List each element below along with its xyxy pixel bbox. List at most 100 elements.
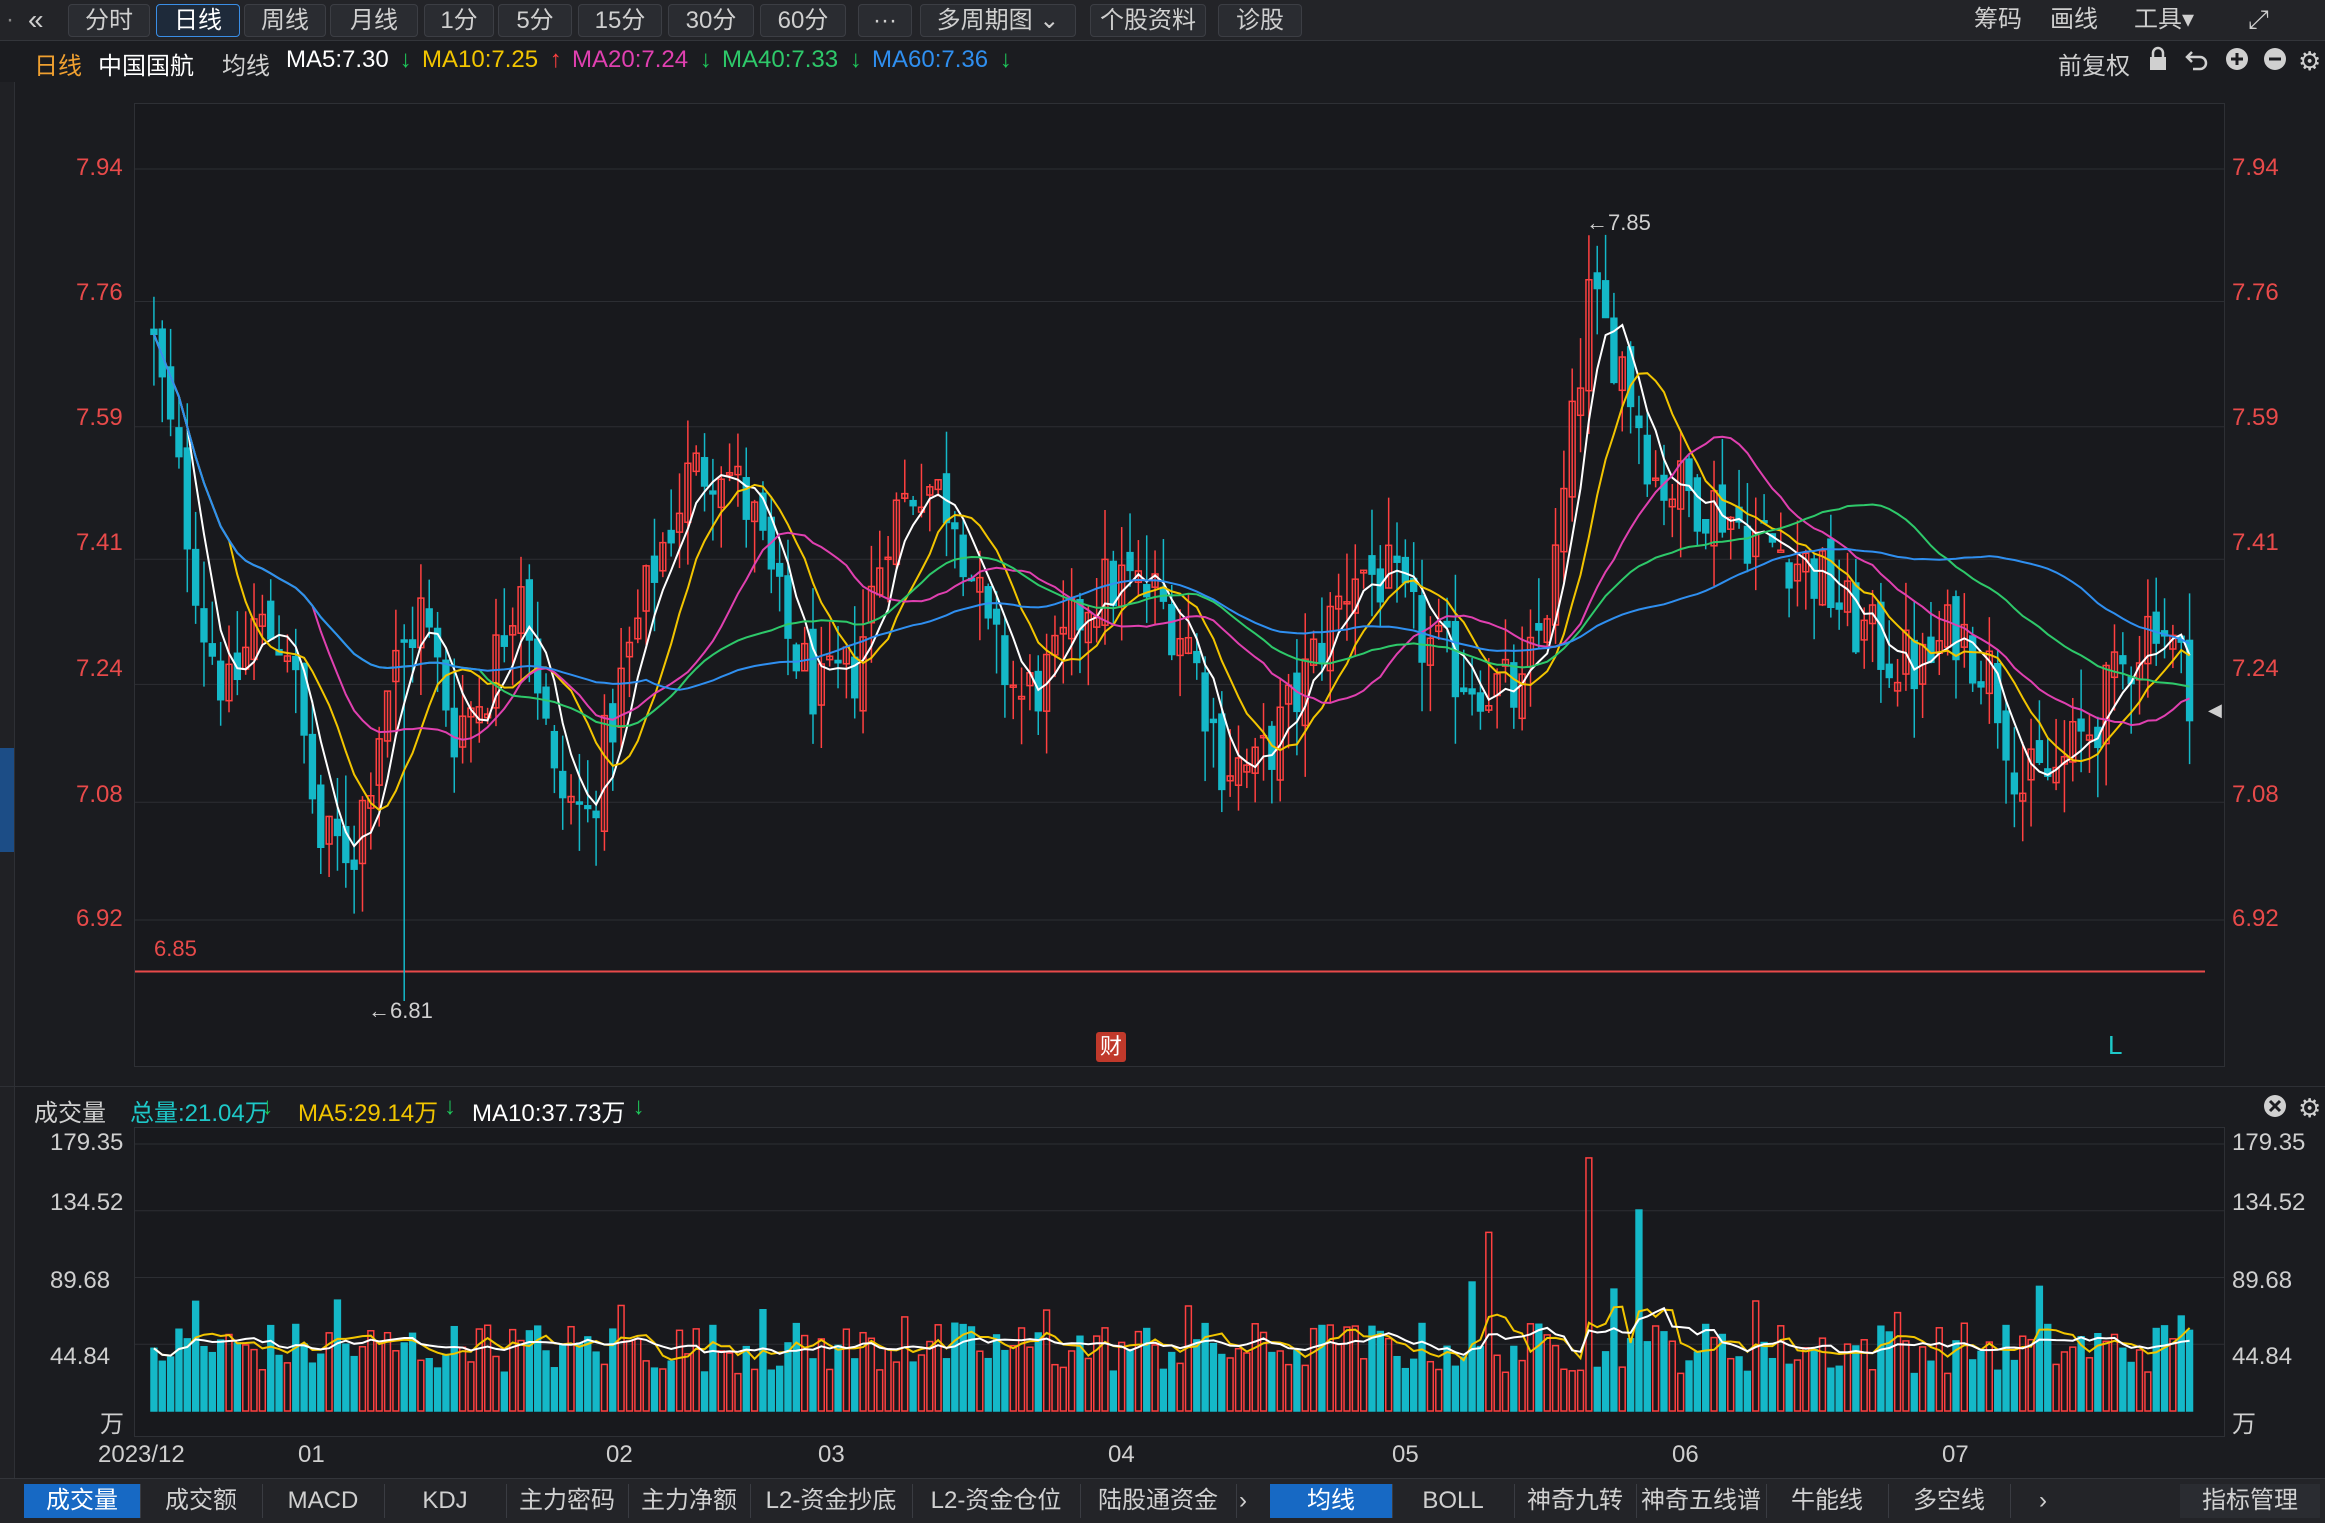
indicator-tab-8[interactable]: 陆股通资金: [1080, 1484, 1237, 1518]
tab-4[interactable]: 1分: [424, 4, 494, 37]
stock-name[interactable]: 中国国航: [98, 46, 194, 81]
volume-bar: [1601, 1351, 1610, 1412]
indicator-tab-7[interactable]: L2-资金仓位: [912, 1484, 1081, 1518]
zoom-out-icon[interactable]: [2262, 46, 2288, 79]
candle-body: [1635, 415, 1643, 429]
volume-gear-icon[interactable]: ⚙: [2298, 1093, 2321, 1124]
tab-8[interactable]: 60分: [760, 4, 846, 37]
indicator-tab-0[interactable]: 成交量: [24, 1484, 141, 1518]
gear-icon[interactable]: ⚙: [2298, 46, 2321, 77]
volume-header: 成交量 总量:21.04万 ↓ MA5:29.14万 ↓ MA10:37.73万 ↓ ⚙: [0, 1086, 2325, 1127]
price-chart-pane[interactable]: [134, 103, 2225, 1067]
x-label-7: 07: [1942, 1441, 1969, 1468]
volume-bar: [1226, 1357, 1234, 1412]
tools-button[interactable]: 工具▾: [2134, 4, 2194, 35]
tab-0[interactable]: 分时: [68, 4, 150, 37]
volume-bar: [1101, 1327, 1109, 1412]
candle-body: [992, 608, 1001, 625]
ma-label[interactable]: 均线: [222, 46, 270, 81]
volume-bar: [1143, 1327, 1151, 1412]
volume-stat-arrow-2: ↓: [632, 1093, 645, 1120]
candle-body: [2002, 710, 2010, 761]
indicator-tab-5[interactable]: 主力净额: [628, 1484, 751, 1518]
volume-bar: [1668, 1340, 1676, 1412]
volume-bar: [1159, 1368, 1168, 1412]
tab-10[interactable]: 多周期图 ⌄: [920, 4, 1076, 37]
adjust-label[interactable]: 前复权: [2058, 46, 2130, 81]
volume-bar: [1193, 1339, 1201, 1412]
volume-bar: [1626, 1338, 1635, 1412]
draw-line-button[interactable]: 画线: [2050, 4, 2098, 35]
volume-bar: [2119, 1347, 2127, 1412]
candle-body: [1743, 525, 1752, 564]
indicator-tab-3[interactable]: KDJ: [384, 1484, 507, 1518]
tab-2[interactable]: 周线: [244, 4, 326, 37]
volume-chart-pane[interactable]: [134, 1127, 2225, 1437]
volume-bar: [1184, 1305, 1193, 1412]
candle-body: [1126, 551, 1134, 572]
volume-bar: [1618, 1366, 1626, 1412]
overlay-tab-5[interactable]: 多空线: [1888, 1484, 2011, 1518]
candle-body: [2077, 718, 2085, 732]
volume-bar: [642, 1360, 650, 1412]
low-price-annotation: ←6.81: [368, 998, 433, 1023]
candle-body: [1777, 549, 1785, 553]
volume-bar: [1151, 1344, 1159, 1412]
overlay-tab-1[interactable]: BOLL: [1392, 1484, 1515, 1518]
tab-12[interactable]: 诊股: [1218, 4, 1302, 37]
tabs-next-icon[interactable]: ›: [1224, 1484, 1262, 1518]
tabs-right-next-icon[interactable]: ›: [2024, 1484, 2062, 1518]
tab-6[interactable]: 15分: [578, 4, 662, 37]
candle-body: [1451, 620, 1460, 698]
chips-button[interactable]: 筹码: [1974, 4, 2022, 35]
tab-9[interactable]: ···: [858, 4, 912, 37]
volume-bar: [784, 1342, 792, 1412]
indicator-tab-6[interactable]: L2-资金抄底: [750, 1484, 913, 1518]
expand-icon[interactable]: ⤢: [2248, 4, 2269, 35]
indicator-tab-1[interactable]: 成交额: [140, 1484, 263, 1518]
volume-bar: [1293, 1349, 1301, 1412]
volume-tick-right-2: 89.68: [2232, 1267, 2293, 1294]
tab-7[interactable]: 30分: [668, 4, 754, 37]
double-chevron-left-icon[interactable]: «: [28, 4, 58, 35]
tab-3[interactable]: 月线: [330, 4, 418, 37]
candle-body: [1418, 595, 1426, 663]
volume-bar: [250, 1348, 258, 1412]
volume-bar: [667, 1360, 675, 1412]
volume-bar: [267, 1324, 275, 1412]
price-tick-right-4: 7.24: [2232, 655, 2279, 682]
volume-bar: [258, 1369, 267, 1412]
tab-5[interactable]: 5分: [498, 4, 572, 37]
tab-11[interactable]: 个股资料: [1090, 4, 1206, 37]
volume-bar: [650, 1367, 659, 1412]
volume-bar: [1685, 1360, 1693, 1412]
candle-body: [1643, 434, 1651, 485]
volume-bar: [1651, 1325, 1660, 1412]
volume-bar: [2010, 1359, 2019, 1412]
indicator-line: 日线 中国国航 均线 MA5:7.30 ↓ MA10:7.25 ↑ MA20:7.24 ↓…: [0, 42, 2325, 82]
ma-value-1: MA10:7.25: [422, 46, 539, 73]
ma-arrow-1: ↑: [549, 46, 562, 73]
indicator-manage-button[interactable]: 指标管理: [2180, 1484, 2320, 1518]
volume-title[interactable]: 成交量: [34, 1093, 106, 1128]
overlay-tab-2[interactable]: 神奇九转: [1514, 1484, 1637, 1518]
volume-bar: [350, 1355, 358, 1412]
volume-bar: [550, 1367, 559, 1412]
ma-arrow-4: ↓: [999, 46, 1012, 73]
undo-icon[interactable]: [2184, 46, 2210, 79]
overlay-tab-4[interactable]: 牛能线: [1766, 1484, 1889, 1518]
volume-chart-svg[interactable]: [135, 1128, 2224, 1436]
indicator-tab-2[interactable]: MACD: [262, 1484, 385, 1518]
financial-report-marker[interactable]: 财: [1096, 1032, 1126, 1062]
volume-bar: [417, 1359, 425, 1412]
tab-1[interactable]: 日线: [156, 4, 240, 37]
ma-value-2: MA20:7.24: [572, 46, 689, 73]
close-icon[interactable]: [2262, 1093, 2288, 1126]
overlay-tab-3[interactable]: 神奇五线谱: [1636, 1484, 1767, 1518]
price-chart-svg[interactable]: [135, 104, 2224, 1066]
overlay-tab-0[interactable]: 均线: [1270, 1484, 1393, 1518]
indicator-tab-4[interactable]: 主力密码: [506, 1484, 629, 1518]
zoom-in-icon[interactable]: [2224, 46, 2250, 79]
lock-icon[interactable]: [2146, 46, 2170, 79]
volume-tick-left-1: 134.52: [50, 1189, 124, 1216]
